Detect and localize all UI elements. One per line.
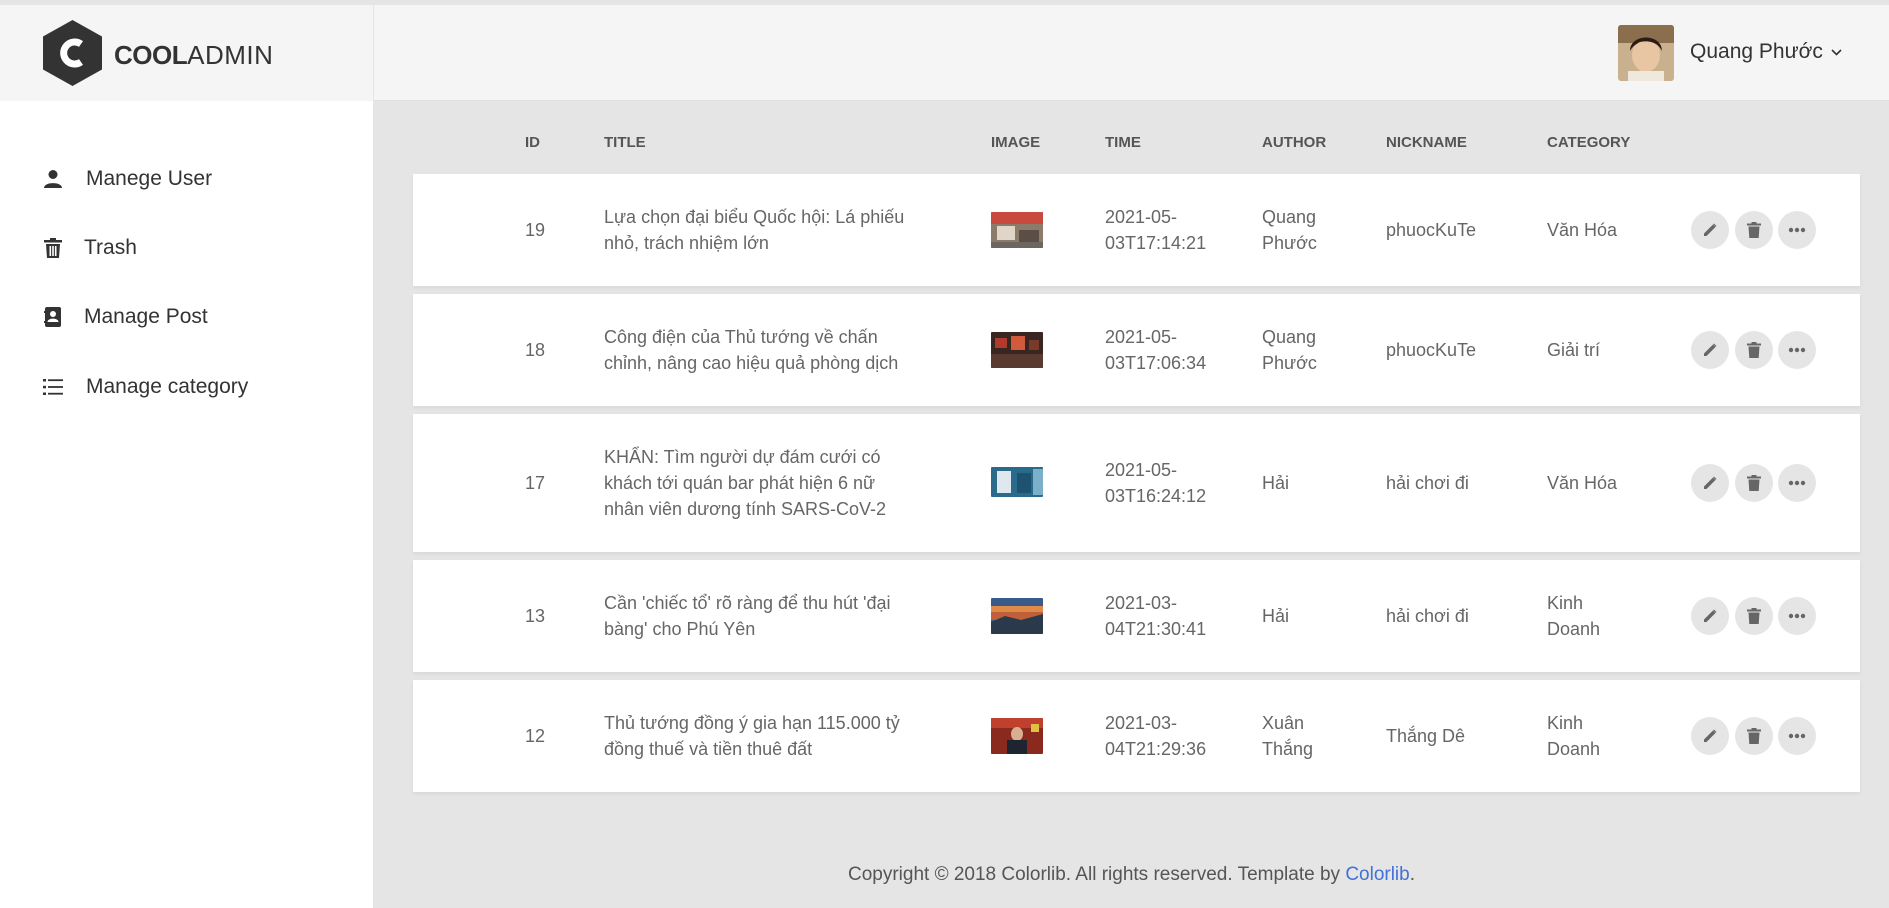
table-row[interactable]: 12 Thủ tướng đồng ý gia hạn 115.000 tỷ đồ… bbox=[413, 680, 1860, 792]
cell-category: Văn Hóa bbox=[1547, 473, 1618, 493]
sidebar-item-label: Manage category bbox=[86, 375, 249, 398]
pencil-icon bbox=[1704, 343, 1717, 356]
cell-author: Hải bbox=[1262, 473, 1290, 493]
sidebar-item-label: Manege User bbox=[86, 167, 213, 190]
table-row[interactable]: 17 KHẨN: Tìm người dự đám cưới có khách t… bbox=[413, 414, 1860, 552]
sidebar-item-trash[interactable]: Trash bbox=[42, 232, 137, 264]
cell-time: 2021-05- 03T17:14:21 bbox=[1105, 207, 1207, 253]
table-row[interactable]: 13 Cần 'chiếc tổ' rõ ràng để thu hút 'đạ… bbox=[413, 560, 1860, 672]
chevron-down-icon bbox=[1831, 48, 1842, 56]
sidebar: Manege User Trash Manage Post Manage cat… bbox=[0, 101, 374, 908]
trash-icon bbox=[1747, 608, 1761, 624]
list-icon bbox=[42, 376, 64, 398]
sidebar-item-label: Manage Post bbox=[84, 305, 208, 328]
edit-button[interactable] bbox=[1691, 717, 1729, 755]
column-header-time[interactable]: TIME bbox=[1105, 134, 1141, 151]
sidebar-item-manage-user[interactable]: Manege User bbox=[42, 163, 212, 195]
edit-button[interactable] bbox=[1691, 464, 1729, 502]
cell-author: Quang Phước bbox=[1262, 327, 1317, 373]
post-thumbnail bbox=[991, 332, 1043, 368]
edit-button[interactable] bbox=[1691, 331, 1729, 369]
trash-icon bbox=[42, 237, 64, 259]
column-header-category[interactable]: CATEGORY bbox=[1547, 134, 1630, 151]
more-button[interactable] bbox=[1778, 211, 1816, 249]
column-header-title[interactable]: TITLE bbox=[604, 134, 646, 151]
cell-time: 2021-03- 04T21:29:36 bbox=[1105, 713, 1207, 759]
post-thumbnail bbox=[991, 212, 1043, 248]
logo-area[interactable]: COOLADMIN bbox=[0, 5, 374, 101]
brand-logo-text: COOLADMIN bbox=[114, 40, 274, 70]
cell-time: 2021-05- 03T17:06:34 bbox=[1105, 327, 1207, 373]
pencil-icon bbox=[1704, 223, 1717, 236]
cell-time: 2021-05- 03T16:24:12 bbox=[1105, 460, 1207, 506]
trash-icon bbox=[1747, 222, 1761, 238]
pencil-icon bbox=[1704, 609, 1717, 622]
delete-button[interactable] bbox=[1735, 211, 1773, 249]
more-button[interactable] bbox=[1778, 331, 1816, 369]
more-horizontal-icon bbox=[1788, 733, 1806, 739]
cell-category: Giải trí bbox=[1547, 340, 1601, 360]
cell-nickname: hải chơi đi bbox=[1386, 606, 1469, 626]
cell-title: KHẨN: Tìm người dự đám cưới có khách tới … bbox=[604, 447, 887, 519]
cell-id: 12 bbox=[525, 726, 546, 746]
contact-book-icon bbox=[42, 306, 64, 328]
column-header-id[interactable]: ID bbox=[525, 134, 540, 151]
cell-time: 2021-03- 04T21:30:41 bbox=[1105, 593, 1207, 639]
sidebar-item-manage-category[interactable]: Manage category bbox=[42, 371, 248, 403]
cell-nickname: phuocKuTe bbox=[1386, 220, 1477, 240]
cell-id: 13 bbox=[525, 606, 546, 626]
delete-button[interactable] bbox=[1735, 331, 1773, 369]
colorlib-link[interactable]: Colorlib bbox=[1345, 864, 1409, 885]
more-horizontal-icon bbox=[1788, 347, 1806, 353]
cell-title: Lựa chọn đại biểu Quốc hội: Lá phiếu nhỏ,… bbox=[604, 207, 905, 253]
cell-category: Văn Hóa bbox=[1547, 220, 1618, 240]
post-thumbnail bbox=[991, 467, 1043, 497]
cell-title: Thủ tướng đồng ý gia hạn 115.000 tỷ đồng … bbox=[604, 713, 900, 759]
user-name: Quang Phước bbox=[1690, 40, 1823, 63]
column-header-nickname[interactable]: NICKNAME bbox=[1386, 134, 1467, 151]
cell-category: Kinh Doanh bbox=[1547, 713, 1601, 759]
more-button[interactable] bbox=[1778, 717, 1816, 755]
column-header-image[interactable]: IMAGE bbox=[991, 134, 1040, 151]
edit-button[interactable] bbox=[1691, 211, 1729, 249]
more-button[interactable] bbox=[1778, 597, 1816, 635]
cell-nickname: Thắng Dê bbox=[1386, 726, 1466, 746]
sidebar-item-label: Trash bbox=[84, 236, 137, 259]
more-button[interactable] bbox=[1778, 464, 1816, 502]
pencil-icon bbox=[1704, 476, 1717, 489]
avatar[interactable] bbox=[1618, 25, 1674, 81]
cell-author: Hải bbox=[1262, 606, 1290, 626]
user-icon bbox=[42, 168, 64, 190]
cell-category: Kinh Doanh bbox=[1547, 593, 1601, 639]
delete-button[interactable] bbox=[1735, 717, 1773, 755]
edit-button[interactable] bbox=[1691, 597, 1729, 635]
cell-id: 18 bbox=[525, 340, 546, 360]
more-horizontal-icon bbox=[1788, 227, 1806, 233]
logo-hexagon-icon bbox=[43, 20, 102, 86]
post-thumbnail bbox=[991, 718, 1043, 754]
delete-button[interactable] bbox=[1735, 464, 1773, 502]
table-row[interactable]: 18 Công điện của Thủ tướng về chấn chỉnh,… bbox=[413, 294, 1860, 406]
more-horizontal-icon bbox=[1788, 480, 1806, 486]
footer-copyright: Copyright © 2018 Colorlib. All rights re… bbox=[847, 864, 1416, 885]
column-header-author[interactable]: AUTHOR bbox=[1262, 134, 1326, 151]
sidebar-item-manage-post[interactable]: Manage Post bbox=[42, 301, 208, 333]
cell-nickname: phuocKuTe bbox=[1386, 340, 1477, 360]
cell-title: Công điện của Thủ tướng về chấn chỉnh, nâ… bbox=[604, 327, 899, 373]
cell-id: 17 bbox=[525, 473, 546, 493]
user-menu[interactable]: Quang Phước bbox=[1690, 40, 1842, 64]
cell-author: Xuân Thắng bbox=[1262, 713, 1314, 759]
trash-icon bbox=[1747, 475, 1761, 491]
table-row[interactable]: 19 Lựa chọn đại biểu Quốc hội: Lá phiếu n… bbox=[413, 174, 1860, 286]
cell-id: 19 bbox=[525, 220, 546, 240]
pencil-icon bbox=[1704, 729, 1717, 742]
trash-icon bbox=[1747, 728, 1761, 744]
more-horizontal-icon bbox=[1788, 613, 1806, 619]
cell-author: Quang Phước bbox=[1262, 207, 1317, 253]
post-thumbnail bbox=[991, 598, 1043, 634]
trash-icon bbox=[1747, 342, 1761, 358]
delete-button[interactable] bbox=[1735, 597, 1773, 635]
cell-title: Cần 'chiếc tổ' rõ ràng để thu hút 'đại bà… bbox=[604, 593, 891, 639]
cell-nickname: hải chơi đi bbox=[1386, 473, 1469, 493]
